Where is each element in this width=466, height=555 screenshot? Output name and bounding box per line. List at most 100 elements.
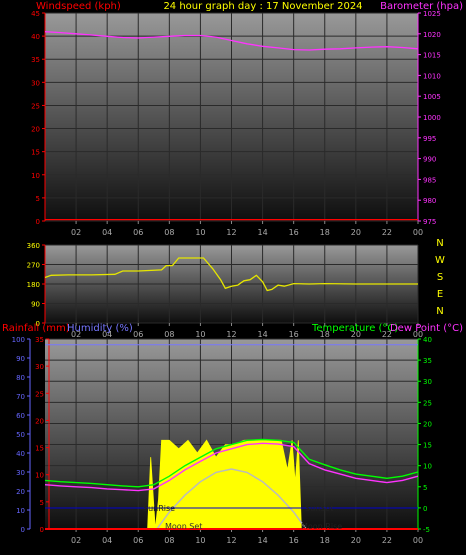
barometer-tick-label: 1000 — [423, 114, 441, 122]
windspeed-tick-label: 10 — [31, 172, 40, 180]
bottom-x-tick-label: 20 — [351, 536, 361, 545]
windspeed-tick-label: 35 — [31, 56, 40, 64]
moonrise-label: Moon Rise — [301, 522, 342, 531]
top-x-tick-label: 16 — [289, 228, 299, 237]
humidity-tick-label: 30 — [16, 469, 25, 477]
top-x-tick-label: 12 — [226, 228, 236, 237]
top-x-tick-label: 04 — [102, 228, 112, 237]
temperature-tick-label: 15 — [423, 442, 432, 450]
direction-tick-label: 90 — [31, 301, 40, 309]
temperature-tick-label: 5 — [423, 484, 427, 492]
bottom-x-tick-label: 08 — [164, 536, 174, 545]
top-x-tick-label: 10 — [195, 228, 205, 237]
windspeed-tick-label: 20 — [31, 126, 40, 134]
mid-x-tick-label: 06 — [133, 330, 143, 339]
mid-x-tick-label: 10 — [195, 330, 205, 339]
weather-graph: Windspeed (kph) 24 hour graph day : 17 N… — [2, 1, 463, 545]
temperature-tick-label: 20 — [423, 420, 432, 428]
bottom-x-tick-label: 06 — [133, 536, 143, 545]
barometer-tick-label: 1015 — [423, 52, 441, 60]
compass-label: N — [436, 238, 443, 249]
windspeed-tick-label: 25 — [31, 102, 40, 110]
compass-label: E — [437, 289, 443, 300]
barometer-tick-label: 1020 — [423, 31, 441, 39]
top-x-tick-label: 22 — [382, 228, 392, 237]
temperature-tick-label: 35 — [423, 357, 432, 365]
barometer-tick-label: 980 — [423, 197, 436, 205]
bottom-x-tick-label: 16 — [289, 536, 299, 545]
rainfall-tick-label: 30 — [35, 363, 44, 371]
rainfall-tick-label: 10 — [35, 472, 44, 480]
windspeed-tick-label: 45 — [31, 10, 40, 18]
humidity-tick-label: 60 — [16, 412, 25, 420]
bottom-x-tick-label: 18 — [320, 536, 330, 545]
mid-x-tick-label: 08 — [164, 330, 174, 339]
temperature-tick-label: 10 — [423, 463, 432, 471]
legend-temperature: Temperature (°C) — [311, 323, 398, 334]
temperature-tick-label: 0 — [423, 505, 427, 513]
humidity-tick-label: 100 — [12, 336, 25, 344]
solar-radiation-area — [147, 439, 302, 530]
humidity-tick-label: 10 — [16, 507, 25, 515]
humidity-tick-label: 0 — [21, 526, 25, 534]
top-x-tick-label: 06 — [133, 228, 143, 237]
temperature-tick-label: 30 — [423, 378, 432, 386]
bottom-x-tick-label: 10 — [195, 536, 205, 545]
windspeed-tick-label: 30 — [31, 79, 40, 87]
bottom-x-tick-label: 02 — [71, 536, 81, 545]
legend-dew-point: Dew Point (°C) — [390, 323, 463, 334]
mid-x-tick-label: 16 — [289, 330, 299, 339]
top-x-tick-label: 00 — [413, 228, 423, 237]
barometer-tick-label: 985 — [423, 176, 436, 184]
direction-tick-label: 360 — [27, 242, 40, 250]
direction-tick-label: 270 — [27, 262, 40, 270]
bottom-x-tick-label: 14 — [257, 536, 267, 545]
windspeed-tick-label: 40 — [31, 33, 40, 41]
temperature-tick-label: 25 — [423, 399, 432, 407]
barometer-tick-label: 1010 — [423, 72, 441, 80]
compass-label: S — [437, 272, 443, 283]
direction-tick-label: 180 — [27, 281, 40, 289]
top-x-tick-label: 02 — [71, 228, 81, 237]
barometer-axis-label: Barometer (hpa) — [380, 1, 463, 12]
sunset-label: SunSet — [305, 504, 333, 513]
windspeed-tick-label: 0 — [36, 218, 40, 226]
top-x-tick-label: 08 — [164, 228, 174, 237]
temperature-tick-label: -5 — [423, 526, 430, 534]
humidity-tick-label: 40 — [16, 450, 25, 458]
rainfall-tick-label: 0 — [40, 526, 44, 534]
windspeed-tick-label: 15 — [31, 149, 40, 157]
chart-title: 24 hour graph day : 17 November 2024 — [163, 1, 362, 12]
bottom-x-tick-label: 12 — [226, 536, 236, 545]
humidity-tick-label: 80 — [16, 374, 25, 382]
rainfall-tick-label: 35 — [35, 336, 44, 344]
temperature-tick-label: 40 — [423, 336, 432, 344]
bottom-x-tick-label: 04 — [102, 536, 112, 545]
top-x-tick-label: 18 — [320, 228, 330, 237]
humidity-tick-label: 20 — [16, 488, 25, 496]
mid-x-tick-label: 12 — [226, 330, 236, 339]
barometer-tick-label: 990 — [423, 156, 436, 164]
sunrise-label: SunRise — [143, 504, 175, 513]
top-x-tick-label: 14 — [257, 228, 267, 237]
top-x-tick-label: 20 — [351, 228, 361, 237]
barometer-tick-label: 1005 — [423, 93, 441, 101]
rainfall-tick-label: 15 — [35, 445, 44, 453]
legend-rainfall: Rainfall (mm) — [2, 323, 70, 334]
humidity-tick-label: 90 — [16, 355, 25, 363]
compass-label: N — [436, 306, 443, 317]
mid-x-tick-label: 14 — [257, 330, 267, 339]
moonset-label: Moon Set — [165, 522, 202, 531]
humidity-tick-label: 70 — [16, 393, 25, 401]
bottom-x-tick-label: 00 — [413, 536, 423, 545]
compass-label: W — [435, 255, 445, 266]
bottom-x-tick-label: 22 — [382, 536, 392, 545]
barometer-tick-label: 975 — [423, 218, 436, 226]
windspeed-tick-label: 5 — [36, 195, 40, 203]
rainfall-tick-label: 5 — [40, 499, 44, 507]
barometer-tick-label: 1025 — [423, 10, 441, 18]
legend-humidity: Humidity (%) — [67, 323, 133, 334]
barometer-tick-label: 995 — [423, 135, 436, 143]
rainfall-tick-label: 25 — [35, 390, 44, 398]
rainfall-tick-label: 20 — [35, 417, 44, 425]
